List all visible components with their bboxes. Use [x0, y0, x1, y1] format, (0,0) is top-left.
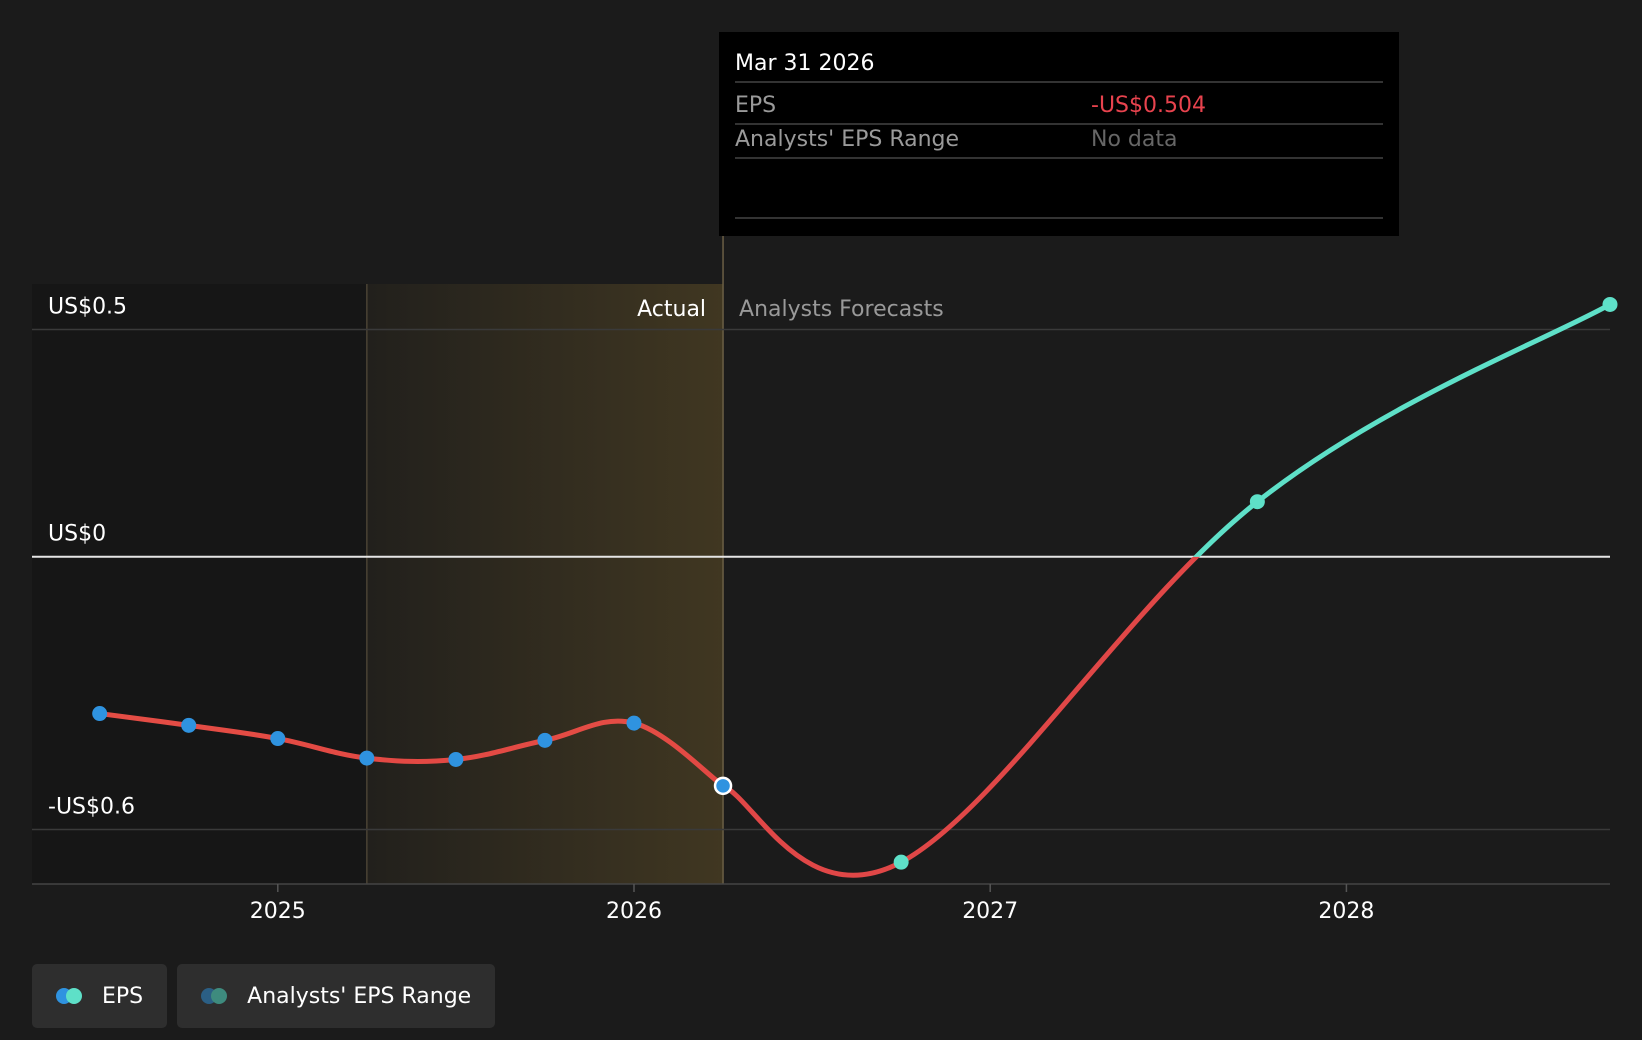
legend-item-eps-range[interactable]: Analysts' EPS Range	[177, 964, 496, 1028]
eps-actual-point	[92, 706, 108, 722]
eps-range-legend-icon	[201, 987, 233, 1005]
tooltip-row-label: EPS	[735, 93, 776, 118]
eps-legend-icon	[56, 987, 88, 1005]
eps-actual-point	[359, 750, 375, 766]
legend-item-eps[interactable]: EPS	[32, 964, 168, 1028]
y-tick-label: US$0	[48, 522, 106, 547]
forecast-label: Analysts Forecasts	[739, 297, 944, 322]
eps-legend-dot-forecast	[66, 988, 82, 1004]
tooltip-row-value: -US$0.504	[1091, 93, 1206, 118]
x-tick-label: 2026	[606, 899, 662, 924]
eps-actual-point	[537, 732, 553, 748]
y-tick-label: US$0.5	[48, 294, 127, 319]
eps-chart: US$0.5 US$0 -US$0.6 2025 2026 2027 2028 Actual A…	[32, 32, 1618, 924]
legend-label-eps: EPS	[102, 983, 144, 1009]
eps-actual-point	[181, 717, 197, 733]
actual-period-shade	[366, 284, 724, 884]
x-tick-label: 2027	[962, 899, 1018, 924]
eps-forecast-point	[1249, 494, 1265, 510]
eps-actual-point	[270, 731, 286, 747]
eps-point-highlighted	[713, 776, 733, 796]
chart-legend: EPS Analysts' EPS Range	[32, 964, 496, 1028]
eps-forecast-point	[1602, 296, 1618, 312]
tooltip-row-value: No data	[1091, 127, 1177, 152]
actual-label: Actual	[637, 297, 706, 322]
eps-forecast-line-negative	[721, 556, 1200, 878]
tooltip-date: Mar 31 2026	[735, 51, 874, 76]
eps-forecast-point	[893, 854, 909, 870]
x-tick-label: 2028	[1318, 899, 1374, 924]
eps-actual-point	[448, 751, 464, 767]
eps-range-legend-dot-forecast	[211, 988, 228, 1004]
x-tick-label: 2025	[250, 899, 306, 924]
legend-label-eps-range: Analysts' EPS Range	[247, 983, 472, 1009]
tooltip-row-label: Analysts' EPS Range	[735, 127, 959, 152]
eps-actual-point	[626, 715, 642, 731]
y-tick-label: -US$0.6	[48, 794, 135, 819]
